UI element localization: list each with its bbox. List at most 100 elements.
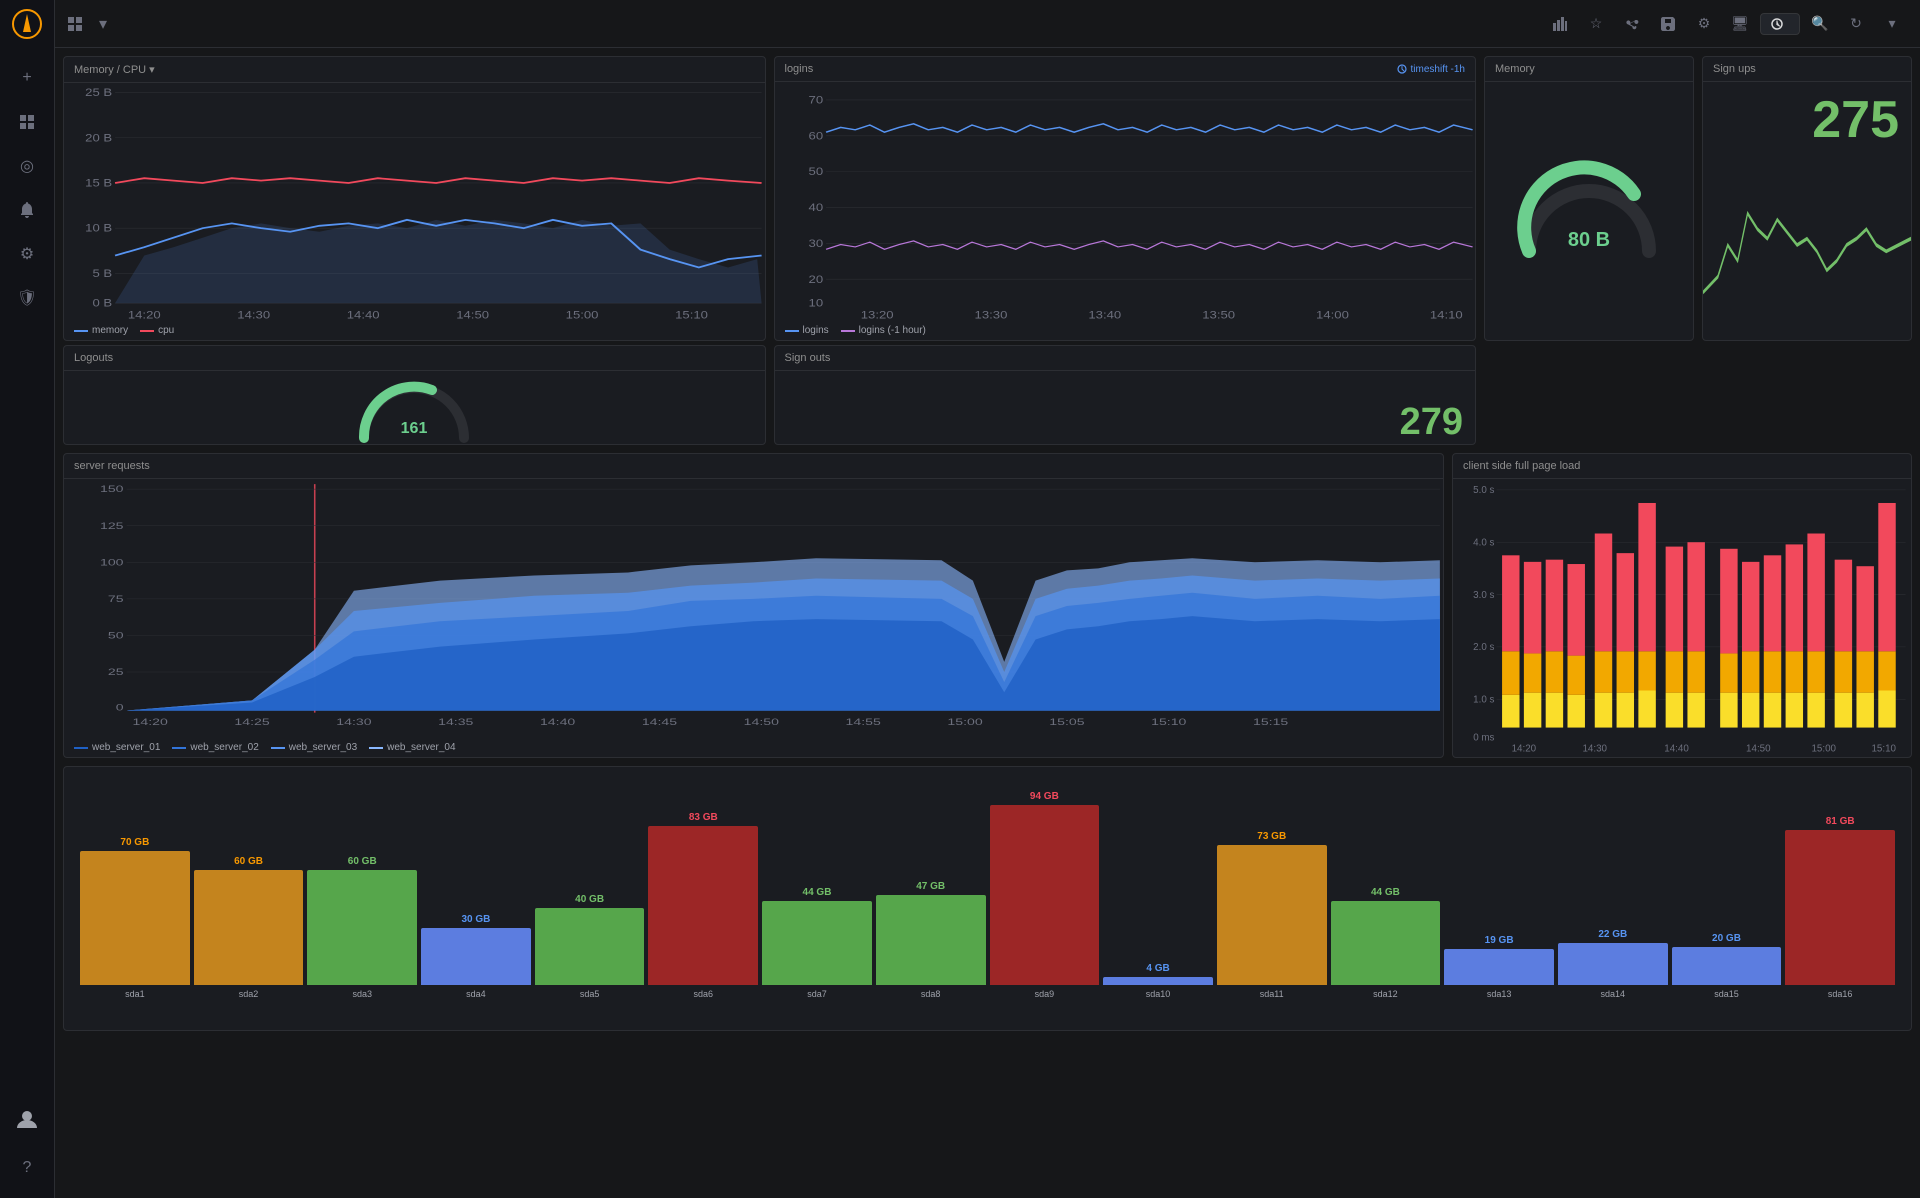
- disk-bar-group: 81 GBsda16: [1785, 816, 1895, 999]
- disk-bar-group: 73 GBsda11: [1217, 831, 1327, 999]
- legend-logins-1h: logins (-1 hour): [841, 325, 926, 336]
- disk-bar: [1672, 947, 1782, 985]
- sidebar-item-alerts[interactable]: [7, 190, 47, 230]
- logins-panel: logins timeshift -1h 70: [774, 56, 1477, 341]
- dashboard: Memory / CPU ▾ 25 B 20 B 15 B 10 B 5 B 0…: [55, 48, 1920, 1198]
- row-3: 70 GBsda160 GBsda260 GBsda330 GBsda440 G…: [63, 766, 1912, 1031]
- user-avatar[interactable]: [7, 1100, 47, 1140]
- disk-bar-group: 4 GBsda10: [1103, 963, 1213, 999]
- sign-ups-chart: [1703, 150, 1911, 340]
- disk-bar: [1331, 901, 1441, 985]
- logins-header: logins timeshift -1h: [775, 57, 1476, 82]
- sidebar-item-shield[interactable]: 🛡: [7, 278, 47, 318]
- star-button[interactable]: ☆: [1580, 8, 1612, 40]
- svg-text:80 B: 80 B: [1568, 229, 1610, 251]
- sidebar-item-help[interactable]: ?: [7, 1148, 47, 1188]
- disk-bar-label-bottom: sda12: [1373, 989, 1398, 999]
- time-range-button[interactable]: [1760, 13, 1800, 35]
- logins-title: logins: [785, 63, 814, 75]
- disk-bar-group: 22 GBsda14: [1558, 929, 1668, 999]
- svg-text:50: 50: [808, 165, 823, 178]
- legend-cpu: cpu: [140, 325, 174, 336]
- disk-bar-label-bottom: sda3: [352, 989, 372, 999]
- legend-ws02-label: web_server_02: [190, 742, 258, 753]
- disk-bar-label-bottom: sda15: [1714, 989, 1739, 999]
- svg-text:14:20: 14:20: [1512, 744, 1537, 755]
- svg-text:15 B: 15 B: [85, 177, 112, 190]
- sidebar: + ◎ ⚙ 🛡 ?: [0, 0, 55, 1198]
- memory-gauge-svg: 80 B: [1514, 156, 1664, 266]
- disk-bar-label-bottom: sda13: [1487, 989, 1512, 999]
- refresh-dropdown[interactable]: ▾: [1876, 8, 1908, 40]
- memory-cpu-header[interactable]: Memory / CPU ▾: [64, 57, 765, 83]
- memory-cpu-body: 25 B 20 B 15 B 10 B 5 B 0 B 25% 20% 15% …: [64, 83, 765, 321]
- svg-text:14:35: 14:35: [438, 716, 474, 727]
- sidebar-item-dashboards[interactable]: [7, 102, 47, 142]
- svg-text:5 B: 5 B: [92, 267, 112, 280]
- main-content: ▾ ☆ ⚙ 🖥: [55, 0, 1920, 1198]
- svg-text:2.0 s: 2.0 s: [1473, 642, 1494, 653]
- svg-text:14:30: 14:30: [1582, 744, 1607, 755]
- svg-text:14:20: 14:20: [128, 309, 161, 321]
- legend-logins-label: logins: [803, 325, 829, 336]
- gear-button[interactable]: ⚙: [1688, 8, 1720, 40]
- disk-bar-label-bottom: sda7: [807, 989, 827, 999]
- svg-text:14:40: 14:40: [1664, 744, 1689, 755]
- disk-bar-group: 40 GBsda5: [535, 894, 645, 999]
- disk-bar: [80, 851, 190, 985]
- monitor-button[interactable]: 🖥: [1724, 8, 1756, 40]
- svg-text:14:00: 14:00: [1316, 309, 1349, 321]
- row-1: Memory / CPU ▾ 25 B 20 B 15 B 10 B 5 B 0…: [63, 56, 1912, 341]
- timeshift-badge: timeshift -1h: [1397, 64, 1465, 75]
- disk-bar-label-top: 30 GB: [461, 914, 490, 925]
- sidebar-item-explore[interactable]: ◎: [7, 146, 47, 186]
- grid-icon: [67, 16, 83, 32]
- svg-text:14:30: 14:30: [237, 309, 270, 321]
- disk-bar-label-top: 73 GB: [1257, 831, 1286, 842]
- memory-gauge-panel: Memory 80 B: [1484, 56, 1694, 341]
- save-button[interactable]: [1652, 8, 1684, 40]
- chart-type-button[interactable]: [1544, 8, 1576, 40]
- svg-text:10 B: 10 B: [85, 222, 112, 235]
- sidebar-item-add[interactable]: +: [7, 58, 47, 98]
- timeshift-label: timeshift -1h: [1411, 64, 1465, 75]
- disk-bar-label-top: 70 GB: [120, 837, 149, 848]
- app-logo[interactable]: [11, 8, 43, 40]
- disk-bar-label-bottom: sda1: [125, 989, 145, 999]
- logouts-title: Logouts: [74, 352, 113, 364]
- clock-icon: [1771, 18, 1783, 30]
- disk-bar-group: 60 GBsda2: [194, 856, 304, 999]
- disk-bar-group: 94 GBsda9: [990, 791, 1100, 999]
- disk-bar: [876, 895, 986, 985]
- disk-bar-group: 47 GBsda8: [876, 881, 986, 999]
- refresh-button[interactable]: ↻: [1840, 8, 1872, 40]
- title-dropdown-icon[interactable]: ▾: [99, 14, 107, 34]
- svg-text:14:40: 14:40: [347, 309, 380, 321]
- svg-text:15:15: 15:15: [1253, 716, 1289, 727]
- svg-text:13:20: 13:20: [860, 309, 893, 321]
- svg-text:125: 125: [100, 520, 124, 531]
- search-button[interactable]: 🔍: [1804, 8, 1836, 40]
- svg-text:14:50: 14:50: [744, 716, 780, 727]
- disk-bar-label-bottom: sda9: [1035, 989, 1055, 999]
- logouts-gauge: 161: [354, 371, 474, 444]
- legend-memory: memory: [74, 325, 128, 336]
- disk-bar: [990, 805, 1100, 985]
- disk-bar-label-top: 60 GB: [234, 856, 263, 867]
- sign-outs-header: Sign outs: [775, 346, 1476, 371]
- logins-chart: 70 60 50 40 30 20 10 13:20 13:30 13:40 1…: [775, 82, 1476, 321]
- disk-bar-group: 83 GBsda6: [648, 812, 758, 999]
- disk-bar: [1444, 949, 1554, 985]
- sidebar-item-settings[interactable]: ⚙: [7, 234, 47, 274]
- svg-text:50: 50: [108, 630, 124, 641]
- legend-ws01: web_server_01: [74, 742, 160, 753]
- svg-text:14:50: 14:50: [456, 309, 489, 321]
- legend-ws03: web_server_03: [271, 742, 357, 753]
- disk-bar-label-top: 22 GB: [1598, 929, 1627, 940]
- share-button[interactable]: [1616, 8, 1648, 40]
- disk-bar: [1217, 845, 1327, 985]
- sign-ups-sparkline: [1703, 150, 1911, 340]
- svg-text:13:50: 13:50: [1202, 309, 1235, 321]
- svg-text:0: 0: [116, 702, 124, 713]
- sign-ups-panel: Sign ups 275: [1702, 56, 1912, 341]
